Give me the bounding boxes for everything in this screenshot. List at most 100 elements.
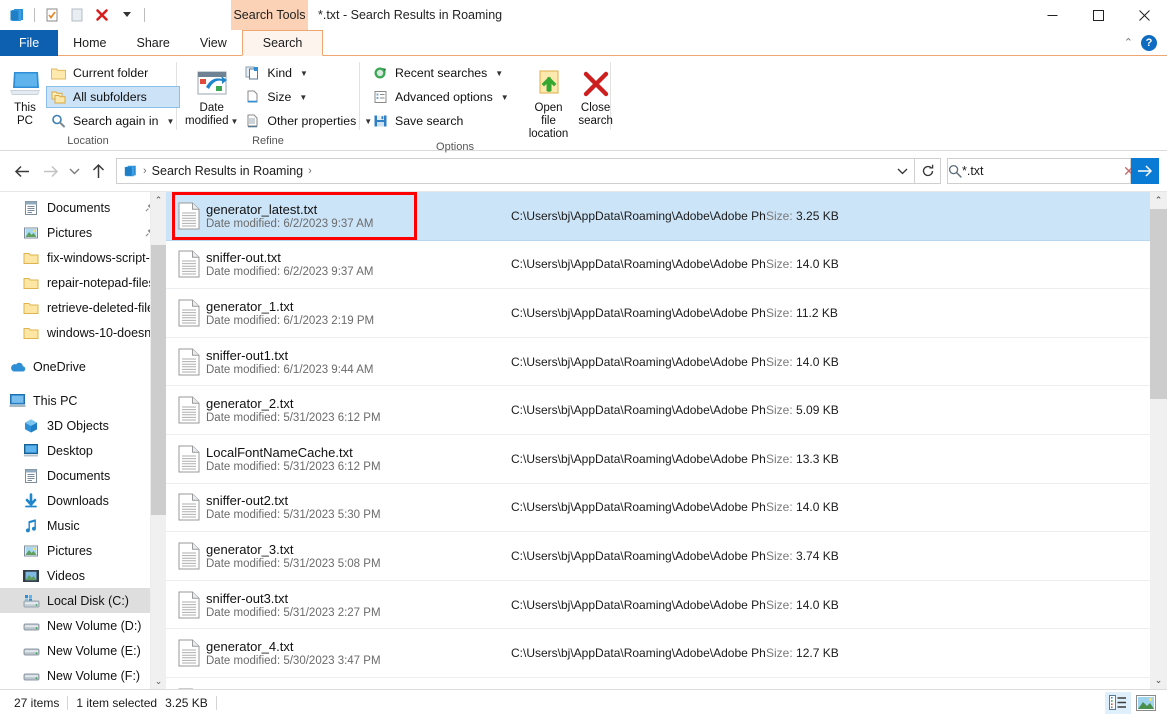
- sidebar-item-documents[interactable]: Documents: [0, 195, 166, 220]
- large-icons-view-icon[interactable]: [1133, 692, 1159, 714]
- sidebar-item-new-volume-d[interactable]: New Volume (D:): [0, 613, 166, 638]
- this-pc-label-2: PC: [17, 115, 33, 127]
- kind-button[interactable]: Kind ▼: [240, 62, 378, 84]
- nav-scroll-up-button[interactable]: ⌃: [155, 192, 163, 208]
- file-path-cell: C:\Users\bj\AppData\Roaming\Adobe\Adobe …: [511, 208, 766, 223]
- open-file-location-button[interactable]: Open file location: [529, 64, 568, 141]
- file-date-modified: Date modified: 5/31/2023 5:30 PM: [206, 509, 381, 522]
- close-button[interactable]: [1121, 0, 1167, 30]
- table-row[interactable]: generator_2.txt Date modified: 5/31/2023 …: [166, 386, 1150, 435]
- refresh-button[interactable]: [915, 158, 941, 184]
- search-box[interactable]: ✕: [947, 158, 1135, 184]
- breadcrumb-separator-2[interactable]: ›: [306, 165, 314, 177]
- sidebar-item-3d-objects[interactable]: 3D Objects: [0, 413, 166, 438]
- forward-button[interactable]: [36, 157, 64, 185]
- breadcrumb-dropdown-icon[interactable]: [890, 159, 914, 183]
- table-row[interactable]: LocalFontNameCache.txt Date modified: 5/3…: [166, 435, 1150, 484]
- kind-label: Kind: [267, 66, 293, 80]
- file-list-view[interactable]: generator_latest.txt Date modified: 6/2/2…: [166, 192, 1167, 689]
- list-scroll-track[interactable]: [1150, 209, 1167, 672]
- sidebar-item-this-pc[interactable]: This PC: [0, 388, 166, 413]
- sidebar-item-pictures[interactable]: Pictures: [0, 538, 166, 563]
- table-row[interactable]: generator_3.txt Date modified: 5/31/2023 …: [166, 532, 1150, 581]
- date-modified-button[interactable]: Date modified ▼: [185, 64, 238, 128]
- sidebar-item-music[interactable]: Music: [0, 513, 166, 538]
- sidebar-item-local-disk-c[interactable]: Local Disk (C:): [0, 588, 166, 613]
- tab-share[interactable]: Share: [122, 30, 185, 56]
- list-scroll-thumb[interactable]: [1150, 209, 1167, 399]
- sidebar-item-new-volume-f[interactable]: New Volume (F:): [0, 663, 166, 688]
- tab-view[interactable]: View: [185, 30, 242, 56]
- options-small-buttons: Recent searches ▼ Advanced options ▼ Sav…: [368, 60, 515, 132]
- save-search-button[interactable]: Save search: [368, 110, 515, 132]
- this-pc-button[interactable]: This PC: [8, 64, 42, 128]
- recent-locations-button[interactable]: [64, 157, 84, 185]
- sidebar-item-documents[interactable]: Documents: [0, 463, 166, 488]
- chevron-down-icon: ▼: [300, 68, 308, 78]
- sidebar-item-desktop[interactable]: Desktop: [0, 438, 166, 463]
- table-row[interactable]: generator_latest.txt Date modified: 6/2/2…: [166, 192, 1150, 241]
- breadcrumb-current[interactable]: Search Results in Roaming: [152, 164, 303, 178]
- chevron-down-icon: ▼: [166, 116, 175, 126]
- file-list-scrollbar[interactable]: ⌃ ⌄: [1150, 192, 1167, 689]
- sidebar-item-downloads[interactable]: Downloads: [0, 488, 166, 513]
- navigation-scrollbar[interactable]: ⌃ ⌄: [150, 192, 166, 689]
- nav-scroll-track[interactable]: [150, 208, 166, 673]
- sidebar-item-fix-windows-script-ho[interactable]: fix-windows-script-ho: [0, 245, 166, 270]
- chevron-down-icon: ▼: [230, 117, 239, 126]
- recent-searches-button[interactable]: Recent searches ▼: [368, 62, 515, 84]
- search-go-button[interactable]: [1131, 158, 1159, 184]
- back-button[interactable]: [8, 157, 36, 185]
- sidebar-item-minitool-g[interactable]: MINITOOL (G:): [0, 688, 166, 689]
- table-row[interactable]: generator_1.txt Date modified: 6/1/2023 2…: [166, 289, 1150, 338]
- sidebar-item-pictures[interactable]: Pictures: [0, 220, 166, 245]
- table-row[interactable]: sniffer-out1.txt Date modified: 6/1/2023 …: [166, 338, 1150, 387]
- current-folder-button[interactable]: Current folder: [46, 62, 180, 84]
- tab-file[interactable]: File: [0, 30, 59, 56]
- sidebar-item-repair-notepad-files-v[interactable]: repair-notepad-files-v: [0, 270, 166, 295]
- table-row[interactable]: sniffer-out4.txtC:\Users\bj\AppData\Roam…: [166, 678, 1150, 689]
- search-input[interactable]: [962, 164, 1123, 178]
- maximize-button[interactable]: [1075, 0, 1121, 30]
- other-properties-button[interactable]: Other properties ▼: [240, 110, 378, 132]
- close-search-button[interactable]: Close search: [578, 64, 613, 128]
- size-button[interactable]: Size ▼: [240, 86, 378, 108]
- sidebar-item-retrieve-deleted-files[interactable]: retrieve-deleted-files-: [0, 295, 166, 320]
- list-scroll-down-button[interactable]: ⌄: [1155, 672, 1163, 689]
- nav-scroll-down-button[interactable]: ⌄: [155, 673, 163, 689]
- customize-qat-icon[interactable]: [116, 4, 138, 26]
- search-again-in-button[interactable]: Search again in ▼: [46, 110, 180, 132]
- size-icon: [244, 90, 261, 104]
- advanced-options-button[interactable]: Advanced options ▼: [368, 86, 515, 108]
- nav-scroll-thumb[interactable]: [150, 245, 166, 515]
- properties-icon[interactable]: [41, 4, 63, 26]
- help-icon[interactable]: ?: [1141, 34, 1157, 51]
- tab-home[interactable]: Home: [58, 30, 121, 56]
- file-name: generator_1.txt: [206, 298, 294, 314]
- txt-file-icon: [172, 299, 206, 327]
- delete-icon[interactable]: [91, 4, 113, 26]
- breadcrumb-bar[interactable]: › Search Results in Roaming ›: [116, 158, 915, 184]
- minimize-button[interactable]: [1029, 0, 1075, 30]
- details-view-icon[interactable]: [1105, 691, 1131, 714]
- explorer-icon[interactable]: [6, 4, 28, 26]
- list-scroll-up-button[interactable]: ⌃: [1155, 192, 1163, 209]
- all-subfolders-button[interactable]: All subfolders: [46, 86, 181, 108]
- sidebar-item-new-volume-e[interactable]: New Volume (E:): [0, 638, 166, 663]
- this-pc-icon: [8, 66, 42, 102]
- sidebar-item-windows-10-doesnt-r[interactable]: windows-10-doesnt-r: [0, 320, 166, 345]
- onedrive-icon: [8, 360, 26, 374]
- table-row[interactable]: sniffer-out2.txt Date modified: 5/31/2023…: [166, 484, 1150, 533]
- table-row[interactable]: sniffer-out.txt Date modified: 6/2/2023 9…: [166, 241, 1150, 290]
- table-row[interactable]: generator_4.txt Date modified: 5/30/2023 …: [166, 629, 1150, 678]
- tab-search[interactable]: Search: [241, 30, 324, 56]
- table-row[interactable]: sniffer-out3.txt Date modified: 5/31/2023…: [166, 581, 1150, 630]
- up-button[interactable]: [84, 157, 112, 185]
- sidebar-item-videos[interactable]: Videos: [0, 563, 166, 588]
- new-folder-icon[interactable]: [66, 4, 88, 26]
- other-properties-label: Other properties: [267, 114, 357, 128]
- sidebar-item-label: Desktop: [47, 443, 93, 458]
- contextual-tab-header: Search Tools: [231, 0, 308, 30]
- collapse-ribbon-icon[interactable]: ⌃: [1124, 36, 1133, 49]
- sidebar-item-onedrive[interactable]: OneDrive: [0, 354, 166, 379]
